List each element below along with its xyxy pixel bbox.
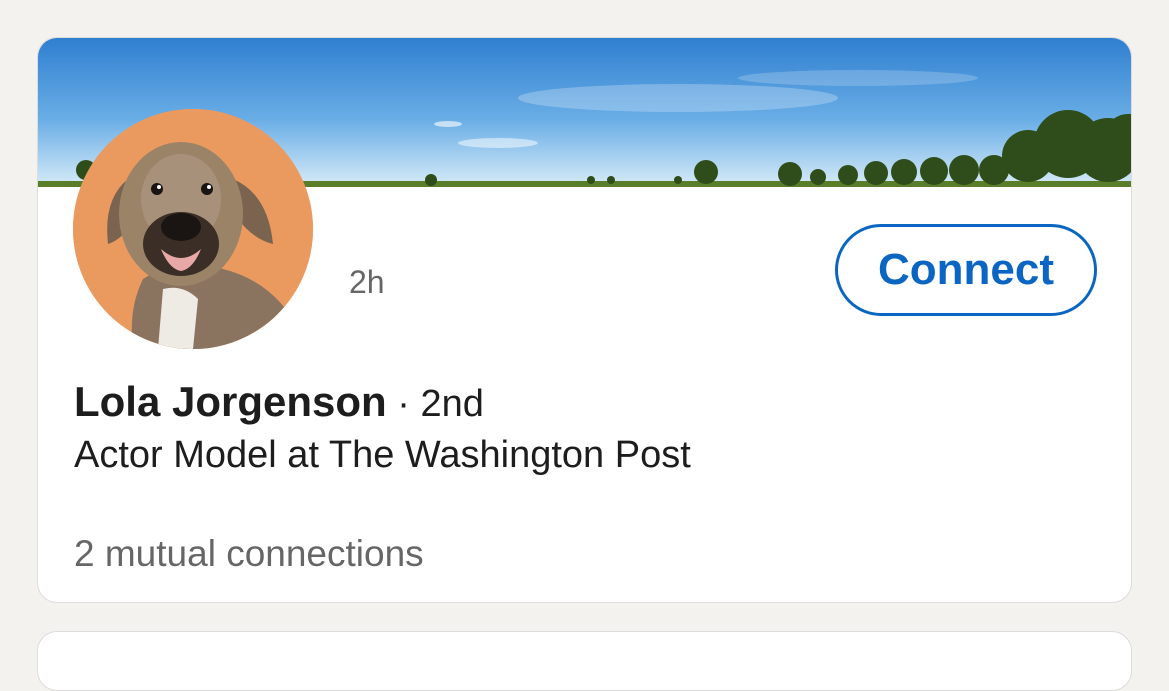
connection-degree: · 2nd: [386, 383, 484, 425]
mutual-connections[interactable]: 2 mutual connections: [74, 533, 424, 575]
next-card: [37, 631, 1132, 691]
profile-avatar[interactable]: [73, 109, 313, 349]
name-line: Lola Jorgenson · 2nd: [74, 378, 484, 426]
connect-button[interactable]: Connect: [835, 224, 1097, 316]
post-time: 2h: [349, 264, 385, 300]
profile-name[interactable]: Lola Jorgenson: [74, 378, 387, 425]
profile-suggestion-card[interactable]: 2h Connect Lola Jorgenson · 2nd Actor Mo…: [37, 37, 1132, 603]
profile-headline: Actor Model at The Washington Post: [74, 434, 691, 476]
